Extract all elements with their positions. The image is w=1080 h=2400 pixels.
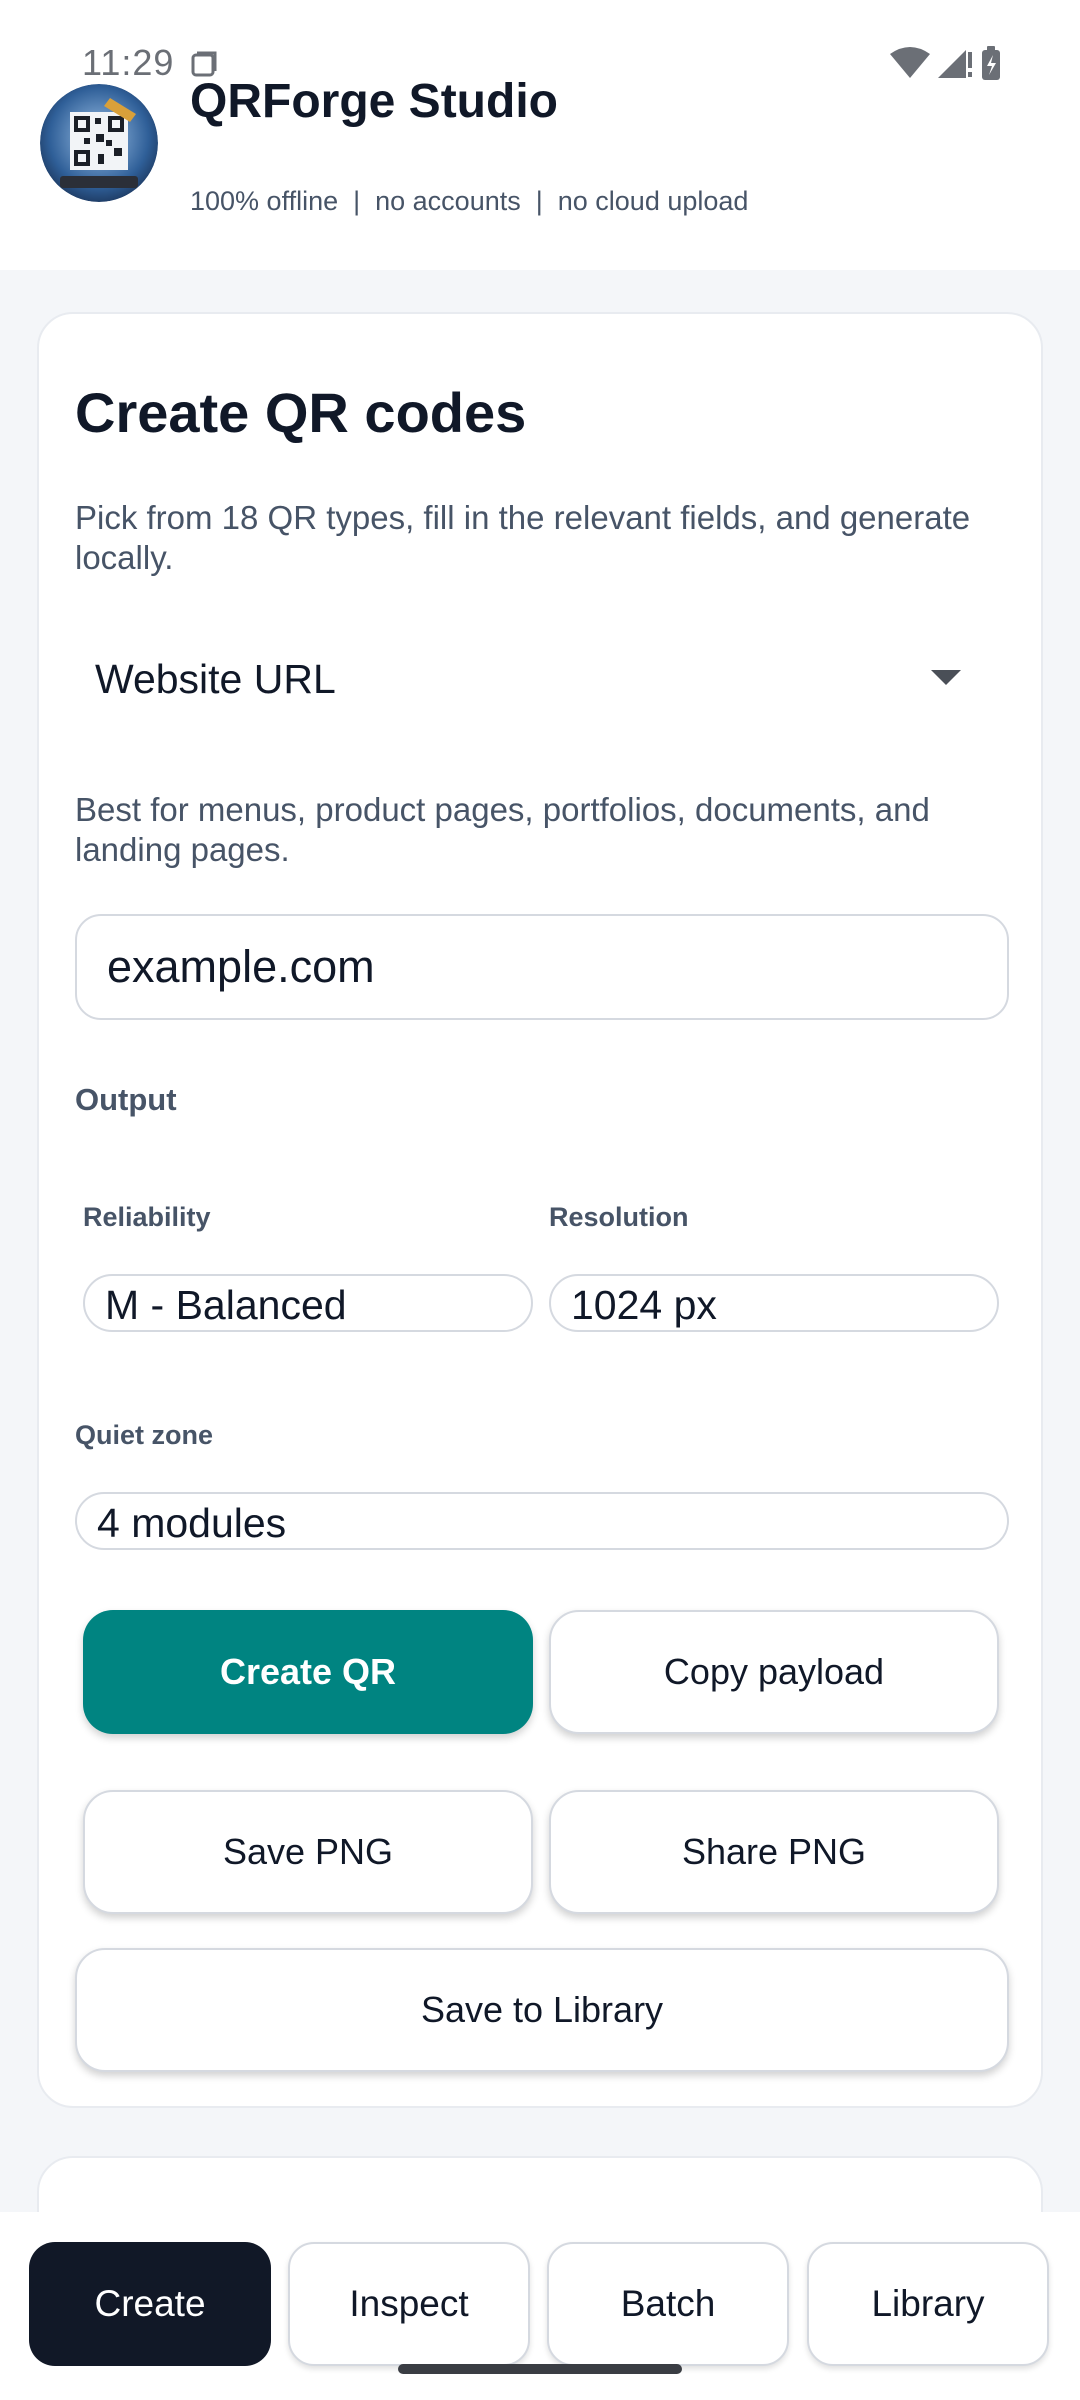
status-time: 11:29 xyxy=(82,42,175,83)
reliability-select[interactable]: M - Balanced xyxy=(83,1274,533,1332)
create-qr-card: Create QR codes Pick from 18 QR types, f… xyxy=(37,312,1043,2108)
save-to-library-button[interactable]: Save to Library xyxy=(75,1948,1009,2072)
battery-charging-icon xyxy=(982,46,1000,80)
save-png-button[interactable]: Save PNG xyxy=(83,1790,533,1914)
status-icons xyxy=(890,46,1000,80)
resolution-select[interactable]: 1024 px xyxy=(549,1274,999,1332)
app-title: QRForge Studio xyxy=(190,75,558,128)
qr-type-selected-value: Website URL xyxy=(95,656,336,702)
output-section-label: Output xyxy=(75,1082,177,1117)
reliability-value: M - Balanced xyxy=(105,1282,347,1328)
nav-tab-create[interactable]: Create xyxy=(29,2242,271,2366)
website-url-input[interactable] xyxy=(75,914,1009,1020)
qr-type-hint: Best for menus, product pages, portfolio… xyxy=(75,791,930,868)
card-title: Create QR codes xyxy=(75,381,527,444)
quiet-zone-value: 4 modules xyxy=(97,1500,287,1546)
quiet-zone-select[interactable]: 4 modules xyxy=(75,1492,1009,1550)
resolution-label: Resolution xyxy=(549,1202,689,1232)
app-subtitle: 100% offline | no accounts | no cloud up… xyxy=(190,186,749,216)
wifi-icon xyxy=(890,47,930,78)
app-logo xyxy=(40,84,158,202)
card-description: Pick from 18 QR types, fill in the relev… xyxy=(75,499,971,576)
resolution-value: 1024 px xyxy=(571,1282,717,1328)
create-qr-button[interactable]: Create QR xyxy=(83,1610,533,1734)
reliability-label: Reliability xyxy=(83,1202,211,1232)
share-png-button[interactable]: Share PNG xyxy=(549,1790,999,1914)
app-header: 11:29 QRForge Studio 100% offline | no a… xyxy=(0,0,1080,270)
qr-type-dropdown[interactable]: Website URL xyxy=(75,634,1009,720)
nav-tab-inspect[interactable]: Inspect xyxy=(288,2242,530,2366)
nav-tab-batch[interactable]: Batch xyxy=(547,2242,789,2366)
cellular-signal-icon xyxy=(938,50,972,78)
quiet-zone-label: Quiet zone xyxy=(75,1420,214,1450)
copy-payload-button[interactable]: Copy payload xyxy=(549,1610,999,1734)
dropdown-arrow-icon xyxy=(931,670,961,685)
screen: 11:29 QRForge Studio 100% offline | no a… xyxy=(0,0,1080,2400)
nav-tab-library[interactable]: Library xyxy=(807,2242,1049,2366)
home-indicator[interactable] xyxy=(398,2364,682,2374)
